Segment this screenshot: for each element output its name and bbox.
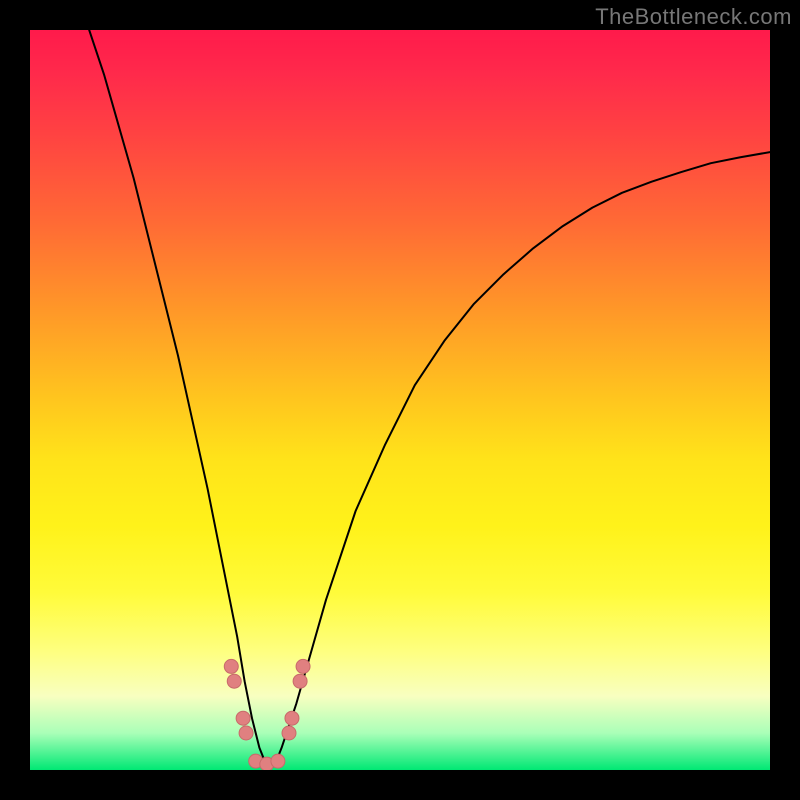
curve-path	[89, 30, 770, 766]
chart-stage: TheBottleneck.com	[0, 0, 800, 800]
marker-points	[224, 659, 310, 770]
watermark: TheBottleneck.com	[595, 4, 792, 30]
curve-layer	[30, 30, 770, 770]
plot-area	[30, 30, 770, 770]
